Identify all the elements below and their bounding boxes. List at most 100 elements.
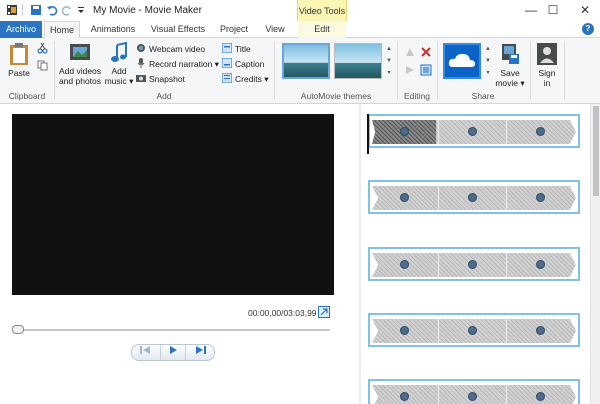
share-gallery-scroll[interactable]: ▲ ▼ ▾ bbox=[483, 43, 493, 79]
duration-clock-icon bbox=[400, 260, 409, 269]
storyboard bbox=[362, 104, 588, 404]
caption-button[interactable]: Caption bbox=[222, 57, 264, 71]
title-button[interactable]: Title bbox=[222, 42, 251, 56]
tab-project[interactable]: Project bbox=[214, 21, 254, 38]
play-button[interactable] bbox=[160, 345, 186, 360]
storyboard-clip[interactable] bbox=[368, 180, 580, 214]
tab-view[interactable]: View bbox=[258, 21, 292, 38]
webcam-video-button[interactable]: Webcam video bbox=[136, 42, 205, 56]
quick-access-dropdown-icon[interactable] bbox=[75, 4, 87, 16]
duration-clock-icon bbox=[536, 326, 545, 335]
storyboard-clip[interactable] bbox=[368, 114, 580, 148]
share-up-icon[interactable]: ▲ bbox=[483, 43, 493, 55]
tab-visual-effects[interactable]: Visual Effects bbox=[146, 21, 210, 38]
save-movie-button[interactable]: Save movie ▾ bbox=[494, 42, 526, 88]
automovie-theme-1[interactable] bbox=[282, 43, 330, 79]
pane-splitter[interactable] bbox=[359, 104, 361, 404]
storyboard-clip[interactable] bbox=[368, 379, 580, 404]
theme-gallery-scroll[interactable]: ▲ ▼ ▾ bbox=[384, 43, 394, 79]
group-divider bbox=[274, 41, 275, 99]
clipboard-group-label: Clipboard bbox=[8, 91, 46, 101]
snapshot-label: Snapshot bbox=[149, 74, 185, 84]
copy-icon[interactable] bbox=[37, 60, 48, 71]
credits-icon bbox=[222, 73, 232, 83]
duration-clock-icon bbox=[536, 127, 545, 136]
duration-clock-icon bbox=[400, 326, 409, 335]
previous-frame-icon bbox=[140, 346, 150, 354]
storyboard-scrollbar[interactable] bbox=[590, 104, 600, 404]
ribbon-tabs: Archivo Home Animations Visual Effects P… bbox=[0, 21, 600, 39]
redo-icon[interactable] bbox=[61, 4, 73, 16]
gallery-up-icon[interactable]: ▲ bbox=[384, 43, 394, 55]
gallery-more-icon[interactable]: ▾ bbox=[384, 67, 394, 79]
add-music-button[interactable]: Add music ▾ bbox=[104, 41, 134, 86]
title-bar: My Movie - Movie Maker Video Tools — ☐ ✕ bbox=[0, 0, 600, 21]
tab-edit[interactable]: Edit bbox=[298, 21, 346, 38]
storyboard-clip[interactable] bbox=[368, 247, 580, 281]
credits-label: Credits ▾ bbox=[235, 74, 269, 84]
paste-button[interactable]: Paste bbox=[4, 42, 34, 78]
seek-handle[interactable] bbox=[12, 325, 24, 334]
microphone-icon bbox=[137, 58, 145, 68]
share-group-label: Share bbox=[471, 91, 495, 101]
save-icon[interactable] bbox=[30, 4, 42, 16]
caption-label: Caption bbox=[235, 59, 265, 69]
tab-animations[interactable]: Animations bbox=[84, 21, 142, 38]
title-label: Title bbox=[235, 44, 251, 54]
webcam-video-label: Webcam video bbox=[149, 44, 206, 54]
scrollbar-thumb[interactable] bbox=[593, 106, 599, 196]
sign-in-button[interactable]: Sign in bbox=[534, 42, 560, 88]
sign-in-label-line2: in bbox=[543, 78, 551, 88]
frame-divider bbox=[438, 120, 439, 144]
rotate-right-icon[interactable] bbox=[404, 64, 416, 76]
duration-clock-icon bbox=[468, 127, 477, 136]
record-narration-button[interactable]: Record narration ▾ bbox=[136, 57, 219, 71]
automovie-themes-group-label: AutoMovie themes bbox=[300, 91, 372, 101]
previous-frame-button[interactable] bbox=[134, 345, 158, 360]
select-all-icon[interactable] bbox=[420, 64, 432, 76]
add-videos-photos-button[interactable]: Add videos and photos bbox=[57, 42, 103, 86]
frame-divider bbox=[506, 120, 507, 144]
storyboard-clip[interactable] bbox=[368, 313, 580, 347]
music-note-icon bbox=[111, 41, 127, 62]
tab-home[interactable]: Home bbox=[44, 21, 80, 39]
frame-divider bbox=[438, 319, 439, 343]
user-icon bbox=[537, 43, 557, 65]
video-preview[interactable] bbox=[12, 114, 334, 295]
remove-icon[interactable] bbox=[420, 46, 432, 58]
caption-icon bbox=[222, 58, 232, 68]
next-frame-button[interactable] bbox=[188, 345, 212, 360]
next-frame-icon bbox=[196, 346, 206, 354]
credits-button[interactable]: Credits ▾ bbox=[222, 72, 269, 86]
editing-group-label: Editing bbox=[404, 91, 430, 101]
gallery-down-icon[interactable]: ▼ bbox=[384, 55, 394, 67]
duration-clock-icon bbox=[536, 260, 545, 269]
share-down-icon[interactable]: ▼ bbox=[483, 55, 493, 67]
automovie-theme-2[interactable] bbox=[334, 43, 382, 79]
cloud-icon bbox=[448, 53, 475, 67]
storyboard-playhead[interactable] bbox=[367, 114, 369, 154]
undo-icon[interactable] bbox=[46, 4, 58, 16]
group-divider bbox=[530, 41, 531, 99]
film-app-icon bbox=[7, 5, 17, 15]
help-icon[interactable]: ? bbox=[582, 23, 594, 35]
duration-clock-icon bbox=[400, 193, 409, 202]
onedrive-share-button[interactable] bbox=[443, 43, 481, 79]
expand-icon bbox=[320, 308, 328, 316]
snapshot-button[interactable]: Snapshot bbox=[136, 72, 185, 86]
frame-divider bbox=[506, 186, 507, 210]
cut-icon[interactable] bbox=[37, 43, 48, 54]
tab-file[interactable]: Archivo bbox=[0, 21, 42, 38]
rotate-left-icon[interactable] bbox=[404, 46, 416, 58]
main-content: 00:00,00/03:03,99 bbox=[0, 104, 600, 404]
playback-controls bbox=[131, 344, 215, 361]
frame-divider bbox=[506, 253, 507, 277]
close-button[interactable]: ✕ bbox=[562, 0, 600, 21]
window-title: My Movie - Movie Maker bbox=[93, 5, 202, 16]
add-videos-label-line1: Add videos bbox=[58, 66, 102, 76]
frame-divider bbox=[438, 253, 439, 277]
seek-bar[interactable] bbox=[14, 329, 330, 331]
expand-preview-button[interactable] bbox=[318, 306, 330, 318]
duration-clock-icon bbox=[536, 392, 545, 401]
share-more-icon[interactable]: ▾ bbox=[483, 67, 493, 79]
